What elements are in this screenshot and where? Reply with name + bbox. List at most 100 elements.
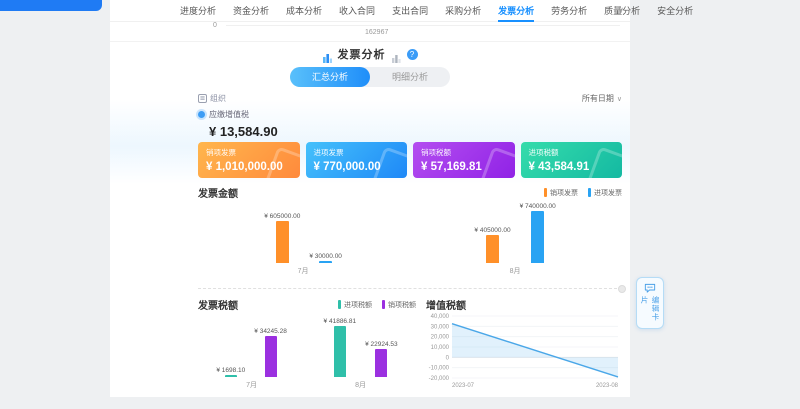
invoice-tax-section: 发票税额 进项税额销项税额 ¥ 1698.10¥ 34245.287月¥ 418… [198,297,416,395]
svg-text:2023-07: 2023-07 [452,383,475,389]
kpi-label: 应缴增值税 [209,109,249,120]
bar-group-8月: ¥ 41886.81 ¥ 22924.53 8月 [324,318,398,390]
legend-chip [338,300,341,309]
legend-销项税额[interactable]: 销项税额 [382,300,416,310]
svg-text:10,000: 10,000 [431,345,450,351]
bar-value-label: ¥ 34245.28 [254,328,287,335]
tab-0[interactable]: 进度分析 [180,0,216,22]
tab-9[interactable]: 安全分析 [657,0,693,22]
bar-销项发票-8月: ¥ 405000.00 [474,227,510,263]
kpi-dot-icon [198,111,205,118]
date-range-filter[interactable]: 所有日期 ∨ [582,93,622,104]
tab-7[interactable]: 劳务分析 [551,0,587,22]
bar-value-label: ¥ 22924.53 [365,341,398,348]
bar [531,211,544,263]
main-panel: 进度分析资金分析成本分析收入合同支出合同采购分析发票分析劳务分析质量分析安全分析… [110,0,630,397]
bar-value-label: ¥ 605000.00 [264,213,300,220]
vat-payable-kpi: 应缴增值税 ¥ 13,584.90 [198,109,278,139]
bar [276,221,289,263]
legend-label: 进项发票 [594,188,622,198]
bar [319,261,332,263]
x-axis-label: 7月 [298,266,309,276]
tab-1[interactable]: 资金分析 [233,0,269,22]
cut-off-blue-banner [0,0,102,11]
vat-amount-title: 增值税额 [426,297,466,312]
legend-label: 销项税额 [388,300,416,310]
help-icon[interactable]: ? [407,49,418,60]
chart-deco-icon-right [392,50,401,59]
card-label: 销项税额 [421,147,507,158]
bar-value-label: ¥ 41886.81 [324,318,357,325]
legend-销项发票[interactable]: 销项发票 [544,188,578,198]
bar [375,349,387,377]
chart-deco-icon [323,50,332,59]
x-axis-label: 8月 [355,380,366,390]
invoice-amount-title: 发票金额 [198,185,238,200]
bar-销项税额-7月: ¥ 34245.28 [254,328,287,377]
toggle-summary-analysis[interactable]: 汇总分析 [290,67,370,87]
invoice-tax-chart: ¥ 1698.10¥ 34245.287月¥ 41886.81¥ 22924.5… [198,314,416,390]
summary-cards-row: 销项发票¥ 1,010,000.00 进项发票 ¥ 770,000.00 销项税额 ¥ … [198,142,622,178]
remnant-gridline [226,25,620,26]
vat-line-svg: 40,00030,00020,00010,0000-10,000-20,0002… [426,312,622,390]
summary-card-2[interactable]: 销项税额 ¥ 57,169.81 [413,142,515,178]
summary-card-1[interactable]: 进项发票 ¥ 770,000.00 [306,142,408,178]
tab-bar-items: 进度分析资金分析成本分析收入合同支出合同采购分析发票分析劳务分析质量分析安全分析 [180,0,693,22]
tab-2[interactable]: 成本分析 [286,0,322,22]
bar-进项税额-8月: ¥ 41886.81 [324,318,357,377]
legend-label: 进项税额 [344,300,372,310]
svg-text:20,000: 20,000 [431,335,450,341]
page-title-row: 发票分析 ? [110,46,630,62]
card-value: ¥ 57,169.81 [421,161,507,173]
tab-bar: 进度分析资金分析成本分析收入合同支出合同采购分析发票分析劳务分析质量分析安全分析… [110,0,630,22]
card-value: ¥ 43,584.91 [529,161,615,173]
invoice-tax-legend: 进项税额 销项税额 [338,300,416,310]
page-title: 发票分析 [338,46,386,62]
card-label: 销项发票 [206,147,292,158]
bar [225,375,237,377]
chevron-down-icon[interactable]: ∨ [617,5,624,16]
tab-3[interactable]: 收入合同 [339,0,375,22]
summary-card-3[interactable]: 进项税额¥ 43,584.91 [521,142,623,178]
vat-amount-line-chart: 40,00030,00020,00010,0000-10,000-20,0002… [426,312,622,395]
tab-6[interactable]: 发票分析 [498,0,534,22]
chevron-down-icon: ∨ [617,95,622,103]
tab-4[interactable]: 支出合同 [392,0,428,22]
card-value: ¥ 770,000.00 [314,161,400,173]
vat-amount-section: 增值税额 40,00030,00020,00010,0000-10,000-20… [426,297,622,395]
org-icon [198,94,207,103]
summary-card-0[interactable]: 销项发票¥ 1,010,000.00 [198,142,300,178]
bar-进项税额-7月: ¥ 1698.10 [216,367,245,377]
svg-text:30,000: 30,000 [431,324,450,330]
bar-value-label: ¥ 405000.00 [474,227,510,234]
legend-label: 销项发票 [550,188,578,198]
legend-进项发票[interactable]: 进项发票 [588,188,622,198]
bar-group-8月: ¥ 405000.00¥ 740000.008月 [474,203,555,276]
org-filter[interactable]: 组织 [198,93,226,104]
collapse-handle[interactable] [618,285,626,293]
tab-5[interactable]: 采购分析 [445,0,481,22]
svg-text:-20,000: -20,000 [429,376,450,382]
remnant-x-label: 162967 [365,29,388,36]
edit-cards-floating-button[interactable]: 编辑卡片 [636,277,664,329]
card-label: 进项发票 [314,147,400,158]
svg-text:0: 0 [446,355,450,361]
toggle-detail-analysis[interactable]: 明细分析 [370,67,450,87]
org-filter-label: 组织 [210,93,226,104]
legend-chip [382,300,385,309]
view-toggle-row: 汇总分析 明细分析 [110,67,630,87]
date-filter-label: 所有日期 [582,93,614,104]
bottom-charts-row: 发票税额 进项税额销项税额 ¥ 1698.10¥ 34245.287月¥ 418… [198,297,622,395]
collapse-divider [198,288,622,289]
view-toggle: 汇总分析 明细分析 [290,67,450,87]
bar-进项发票-8月: ¥ 740000.00 [520,203,556,263]
bar [486,235,499,263]
bar-进项发票-7月: ¥ 30000.00 [309,253,342,263]
legend-进项税额[interactable]: 进项税额 [338,300,372,310]
legend-chip [544,188,547,197]
bar [265,336,277,377]
bar-value-label: ¥ 740000.00 [520,203,556,210]
invoice-amount-legend: 销项发票 进项发票 [544,188,622,198]
invoice-tax-title: 发票税额 [198,297,238,312]
bar [334,326,346,377]
